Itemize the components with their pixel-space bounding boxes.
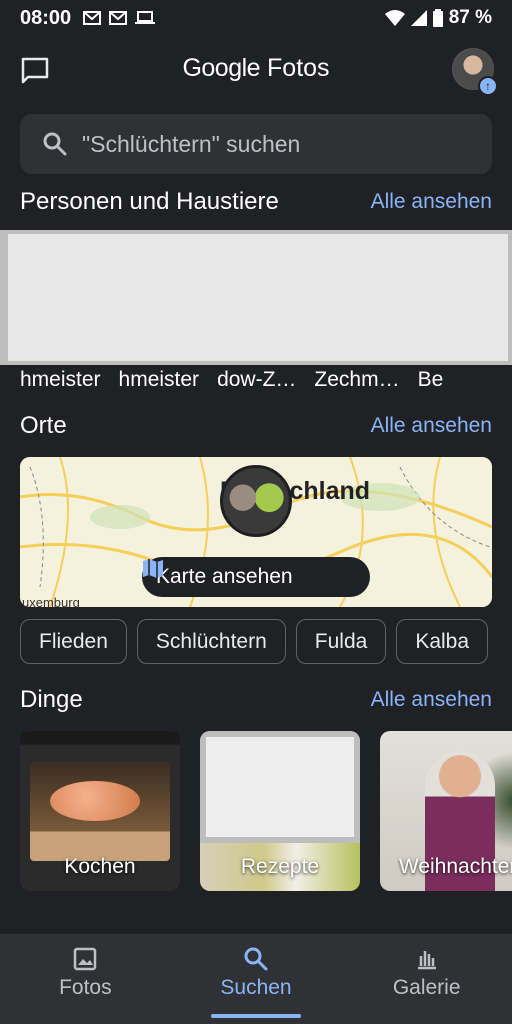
people-section-header: Personen und Haustiere Alle ansehen [20, 188, 492, 216]
thing-label: Rezepte [240, 855, 320, 878]
search-icon [43, 132, 67, 156]
thing-card-kochen[interactable]: Kochen [20, 731, 180, 891]
things-section-header: Dinge Alle ansehen [20, 686, 492, 714]
nav-search-label: Suchen [220, 976, 292, 999]
gmail-icon [83, 11, 102, 25]
place-chip[interactable]: Flieden [20, 619, 127, 664]
nav-photos[interactable]: Fotos [0, 934, 171, 1024]
thing-label: Weihnachten [398, 855, 512, 878]
places-chips: Flieden Schlüchtern Fulda Kalba [20, 619, 512, 664]
person-name[interactable]: dow-Z… [217, 368, 296, 392]
backup-badge-icon: ↑ [478, 76, 498, 96]
place-chip[interactable]: Schlüchtern [136, 619, 286, 664]
laptop-icon [135, 11, 156, 24]
people-heading: Personen und Haustiere [20, 188, 279, 215]
places-heading: Orte [20, 412, 67, 439]
library-icon [417, 951, 436, 970]
app-title-product: Fotos [267, 54, 330, 82]
status-bar: 08:00 87 % [0, 0, 512, 36]
view-map-label: Karte ansehen [156, 565, 293, 588]
thing-card-weihnachten[interactable]: Weihnachten [380, 731, 512, 891]
recipe-image-placeholder [200, 731, 360, 843]
gmail-icon [109, 11, 128, 25]
battery-icon [432, 9, 443, 27]
thing-label: Kochen [64, 855, 136, 878]
people-names-row: hmeister hmeister dow-Z… Zechm… Be [20, 368, 512, 392]
roast-image [50, 781, 140, 821]
app-title-brand: Google [182, 54, 261, 82]
people-see-all-link[interactable]: Alle ansehen [371, 190, 492, 214]
battery-percent: 87 % [448, 7, 492, 28]
system-icons: 87 % [384, 7, 492, 29]
bottom-navigation: Fotos Suchen Galerie [0, 934, 512, 1024]
nav-library[interactable]: Galerie [341, 934, 512, 1024]
places-map[interactable]: Deutschland uxemburg Karte ansehen [20, 457, 492, 607]
nav-photos-label: Fotos [59, 976, 112, 999]
nav-library-label: Galerie [392, 976, 461, 999]
map-corner-label: uxemburg [22, 595, 80, 607]
nav-search[interactable]: Suchen [171, 934, 342, 1024]
things-carousel: Kochen Rezepte Weihnachten [20, 731, 512, 891]
person-name[interactable]: Be [418, 368, 444, 392]
things-see-all-link[interactable]: Alle ansehen [371, 688, 492, 712]
wifi-icon [384, 10, 405, 26]
place-chip[interactable]: Fulda [295, 619, 387, 664]
search-input[interactable] [82, 130, 462, 158]
photo-icon [74, 947, 97, 971]
app-title: Google Fotos [0, 54, 512, 83]
map-icon [143, 559, 163, 578]
person-name[interactable]: hmeister [119, 368, 200, 392]
people-faces-carousel[interactable] [0, 230, 512, 365]
notification-icons [83, 11, 156, 25]
view-map-button[interactable]: Karte ansehen [142, 557, 370, 597]
app-bar: Google Fotos ↑ [0, 44, 512, 96]
search-bar[interactable] [20, 114, 492, 174]
status-time: 08:00 [20, 6, 72, 29]
search-icon [244, 947, 268, 971]
places-see-all-link[interactable]: Alle ansehen [371, 414, 492, 438]
things-heading: Dinge [20, 686, 83, 713]
person-name[interactable]: Zechm… [314, 368, 399, 392]
person-name[interactable]: hmeister [20, 368, 101, 392]
thing-card-rezepte[interactable]: Rezepte [200, 731, 360, 891]
place-chip[interactable]: Kalba [396, 619, 489, 664]
signal-icon [410, 10, 427, 26]
map-photo-pin[interactable] [220, 465, 292, 537]
places-section-header: Orte Alle ansehen [20, 412, 492, 440]
